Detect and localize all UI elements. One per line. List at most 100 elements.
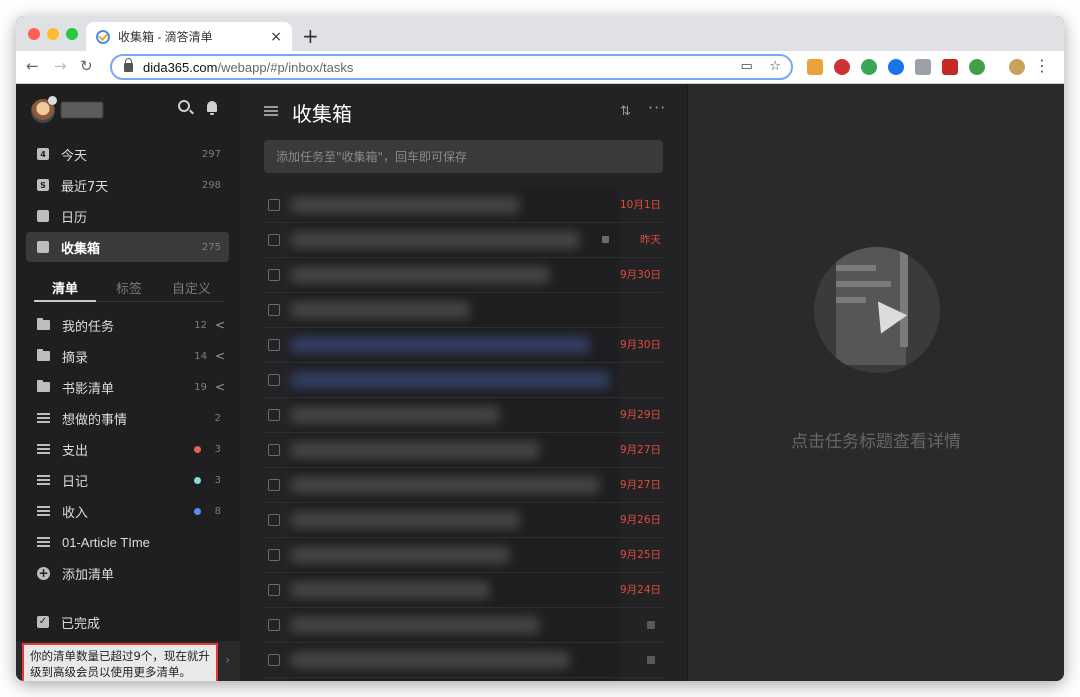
task-checkbox[interactable]	[268, 444, 280, 456]
task-title-redacted[interactable]	[290, 441, 540, 459]
task-title-redacted[interactable]	[290, 266, 550, 284]
tab-tags[interactable]: 标签	[116, 278, 142, 297]
task-due-date: 9月29日	[619, 409, 661, 421]
task-row[interactable]	[264, 363, 663, 398]
search-icon[interactable]	[178, 100, 190, 112]
tab-close-icon[interactable]: ×	[270, 29, 282, 45]
close-window-button[interactable]	[28, 28, 40, 40]
task-title-redacted[interactable]	[290, 651, 570, 669]
upgrade-banner[interactable]: 你的清单数量已超过9个，现在就升级到高级会员以使用更多清单。 ›	[16, 641, 240, 681]
sidebar-item-article-time[interactable]: 01-Article TIme	[26, 527, 229, 557]
list-icon	[37, 444, 50, 454]
sidebar-item-books-movies[interactable]: 书影清单 19 <	[26, 372, 229, 402]
task-row[interactable]: 9月26日	[264, 503, 663, 538]
evernote-extension-icon[interactable]	[861, 59, 877, 75]
task-checkbox[interactable]	[268, 549, 280, 561]
add-task-input[interactable]	[264, 140, 663, 173]
chrome-menu-icon[interactable]: ⋮	[1034, 56, 1050, 75]
task-title-redacted[interactable]	[290, 231, 580, 249]
sort-icon[interactable]: ⇅	[620, 104, 631, 119]
task-row[interactable]: 9月30日	[264, 258, 663, 293]
task-row[interactable]: 10月1日	[264, 188, 663, 223]
sidebar-item-my-tasks[interactable]: 我的任务 12 <	[26, 310, 229, 340]
chevron-right-icon[interactable]: ›	[225, 653, 230, 667]
sidebar-item-inbox[interactable]: 收集箱 275	[26, 232, 229, 262]
sidebar-item-diary[interactable]: 日记 3	[26, 465, 229, 495]
more-options-icon[interactable]: ···	[648, 98, 666, 117]
task-row[interactable]: 9月25日	[264, 538, 663, 573]
sidebar-item-today[interactable]: 4 今天 297	[26, 139, 229, 169]
task-title-redacted[interactable]	[290, 196, 520, 214]
sidebar-item-excerpts[interactable]: 摘录 14 <	[26, 341, 229, 371]
sidebar-item-expenses[interactable]: 支出 3	[26, 434, 229, 464]
extension-icon-2[interactable]	[834, 59, 850, 75]
new-tab-button[interactable]: +	[302, 24, 319, 48]
chevron-left-icon[interactable]: <	[215, 349, 225, 363]
forward-arrow-icon[interactable]: →	[54, 57, 67, 75]
task-row[interactable]: 9月24日	[264, 573, 663, 608]
task-title-redacted[interactable]	[290, 301, 470, 319]
maximize-window-button[interactable]	[66, 28, 78, 40]
bell-icon[interactable]	[207, 101, 217, 115]
tab-lists[interactable]: 清单	[52, 278, 78, 297]
sidebar-item-next7days[interactable]: S 最近7天 298	[26, 170, 229, 200]
sidebar-item-label: 最近7天	[61, 179, 109, 195]
task-title-redacted[interactable]	[290, 476, 600, 494]
address-bar[interactable]: dida365.com/webapp/#p/inbox/tasks ▭ ☆	[110, 54, 793, 80]
browser-tab[interactable]: 收集箱 - 滴答清单 ×	[86, 22, 292, 51]
add-list-button[interactable]: + 添加清单	[26, 558, 229, 588]
task-title-redacted[interactable]	[290, 336, 590, 354]
task-row[interactable]: 9月27日	[264, 433, 663, 468]
extension-icon-7[interactable]	[969, 59, 985, 75]
list-label: 我的任务	[62, 319, 115, 335]
task-title-redacted[interactable]	[290, 371, 610, 389]
extension-icon-6[interactable]	[942, 59, 958, 75]
task-detail-pane: 点击任务标题查看详情	[687, 84, 1064, 681]
cast-icon[interactable]: ▭	[741, 59, 753, 74]
task-checkbox[interactable]	[268, 409, 280, 421]
extension-icon-1[interactable]	[807, 59, 823, 75]
task-title-redacted[interactable]	[290, 581, 490, 599]
reload-icon[interactable]: ↻	[80, 57, 93, 75]
minimize-window-button[interactable]	[47, 28, 59, 40]
sidebar-item-completed[interactable]: ✓ 已完成	[26, 607, 229, 637]
sidebar-item-calendar[interactable]: 日历	[26, 201, 229, 231]
task-checkbox[interactable]	[268, 234, 280, 246]
task-row[interactable]	[264, 293, 663, 328]
task-row[interactable]: 昨天	[264, 223, 663, 258]
back-arrow-icon[interactable]: ←	[26, 57, 39, 75]
tab-custom[interactable]: 自定义	[172, 278, 211, 297]
sidebar-item-todo-ideas[interactable]: 想做的事情 2	[26, 403, 229, 433]
task-checkbox[interactable]	[268, 584, 280, 596]
list-count: 2	[214, 412, 221, 424]
task-title-redacted[interactable]	[290, 616, 540, 634]
extension-icon-5[interactable]	[915, 59, 931, 75]
task-row[interactable]	[264, 643, 663, 678]
profile-avatar-icon[interactable]	[1009, 59, 1025, 75]
task-title-redacted[interactable]	[290, 511, 520, 529]
lock-icon	[124, 57, 133, 72]
sidebar-item-income[interactable]: 收入 8	[26, 496, 229, 526]
task-checkbox[interactable]	[268, 374, 280, 386]
task-row[interactable]: 9月27日	[264, 468, 663, 503]
task-row[interactable]: 9月30日	[264, 328, 663, 363]
task-checkbox[interactable]	[268, 619, 280, 631]
task-checkbox[interactable]	[268, 514, 280, 526]
task-checkbox[interactable]	[268, 339, 280, 351]
task-title-redacted[interactable]	[290, 406, 500, 424]
task-checkbox[interactable]	[268, 479, 280, 491]
task-checkbox[interactable]	[268, 269, 280, 281]
extension-icon-4[interactable]	[888, 59, 904, 75]
folder-icon	[37, 380, 50, 392]
task-checkbox[interactable]	[268, 199, 280, 211]
upgrade-callout[interactable]: 你的清单数量已超过9个，现在就升级到高级会员以使用更多清单。	[22, 643, 218, 681]
task-row[interactable]: 9月29日	[264, 398, 663, 433]
task-title-redacted[interactable]	[290, 546, 510, 564]
chevron-left-icon[interactable]: <	[215, 318, 225, 332]
task-checkbox[interactable]	[268, 304, 280, 316]
task-row[interactable]	[264, 608, 663, 643]
bookmark-star-icon[interactable]: ☆	[769, 59, 781, 74]
menu-icon[interactable]	[264, 106, 278, 116]
task-checkbox[interactable]	[268, 654, 280, 666]
chevron-left-icon[interactable]: <	[215, 380, 225, 394]
